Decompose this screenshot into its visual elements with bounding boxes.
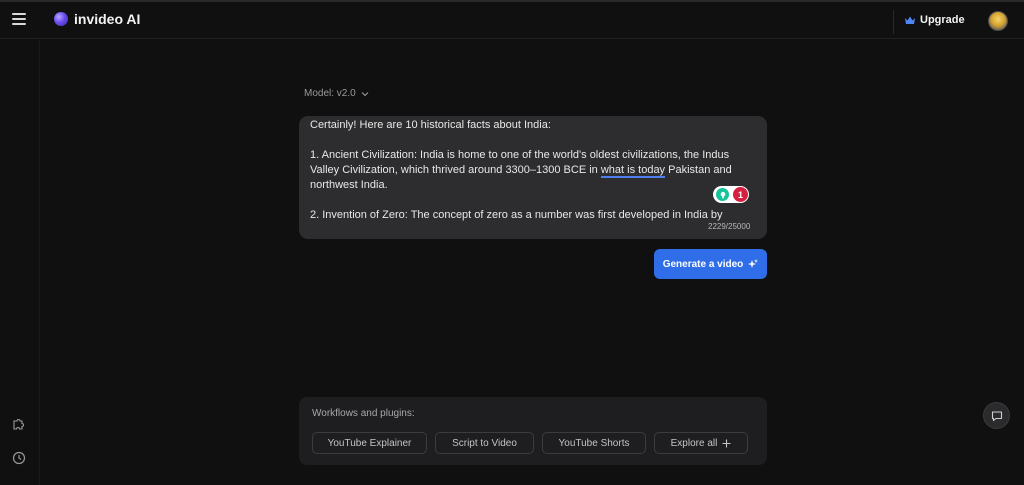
grammarly-icon [716,188,729,201]
explore-all-button[interactable]: Explore all [654,432,748,454]
youtube-explainer-button[interactable]: YouTube Explainer [312,432,427,454]
model-label: Model: v2.0 [304,88,356,99]
grammar-suggestion-text[interactable]: what is today [600,164,666,178]
workflows-title: Workflows and plugins: [312,408,415,419]
left-rail [0,40,40,485]
workflow-label: Script to Video [452,437,517,449]
chat-bubble-icon [991,410,1002,421]
youtube-shorts-button[interactable]: YouTube Shorts [542,432,646,454]
invideo-logo-icon [54,12,68,26]
crown-icon [905,16,915,24]
prompt-line: Valley Civilization, which thrived aroun… [310,163,755,178]
hamburger-icon-line [12,23,26,25]
prompt-line: 1. Ancient Civilization: India is home t… [310,149,730,161]
brand-name: invideo AI [74,11,141,27]
grammarly-count-badge: 1 [733,187,748,202]
prompt-textarea[interactable]: Certainly! Here are 10 historical facts … [299,116,767,239]
prompt-line: Certainly! Here are 10 historical facts … [310,119,551,131]
prompt-text: Pakistan and [665,164,732,176]
workflow-label: YouTube Explainer [327,437,412,449]
hamburger-icon-line [12,18,26,20]
lightbulb-icon [720,191,725,198]
user-avatar[interactable] [988,11,1008,31]
brand[interactable]: invideo AI [54,11,140,27]
hamburger-menu-button[interactable] [12,13,26,25]
hamburger-icon-line [12,13,26,15]
model-selector[interactable]: Model: v2.0 [304,88,369,99]
prompt-text: Valley Civilization, which thrived aroun… [310,164,601,176]
upgrade-label: Upgrade [920,14,965,26]
workflows-panel: Workflows and plugins: YouTube Explainer… [299,397,767,465]
chevron-down-icon [361,91,369,96]
top-bar: invideo AI Upgrade [0,2,1024,39]
generate-label: Generate a video [662,258,744,270]
plus-icon [722,439,731,447]
clock-icon[interactable] [12,451,26,465]
grammarly-widget[interactable]: 1 [713,186,749,203]
prompt-blank-line [310,133,755,148]
generate-video-button[interactable]: Generate a video [654,249,767,279]
header-divider [893,10,894,34]
puzzle-icon[interactable] [12,417,26,431]
chat-button[interactable] [983,402,1010,429]
character-count: 2229/25000 [708,222,751,231]
prompt-line: northwest India. [310,179,388,191]
script-to-video-button[interactable]: Script to Video [435,432,534,454]
prompt-blank-line [310,193,755,208]
workflow-label: YouTube Shorts [558,437,630,449]
workflow-label: Explore all [670,437,718,449]
upgrade-button[interactable]: Upgrade [905,14,965,26]
sparkle-icon [748,259,759,268]
prompt-line: 2. Invention of Zero: The concept of zer… [310,209,723,221]
